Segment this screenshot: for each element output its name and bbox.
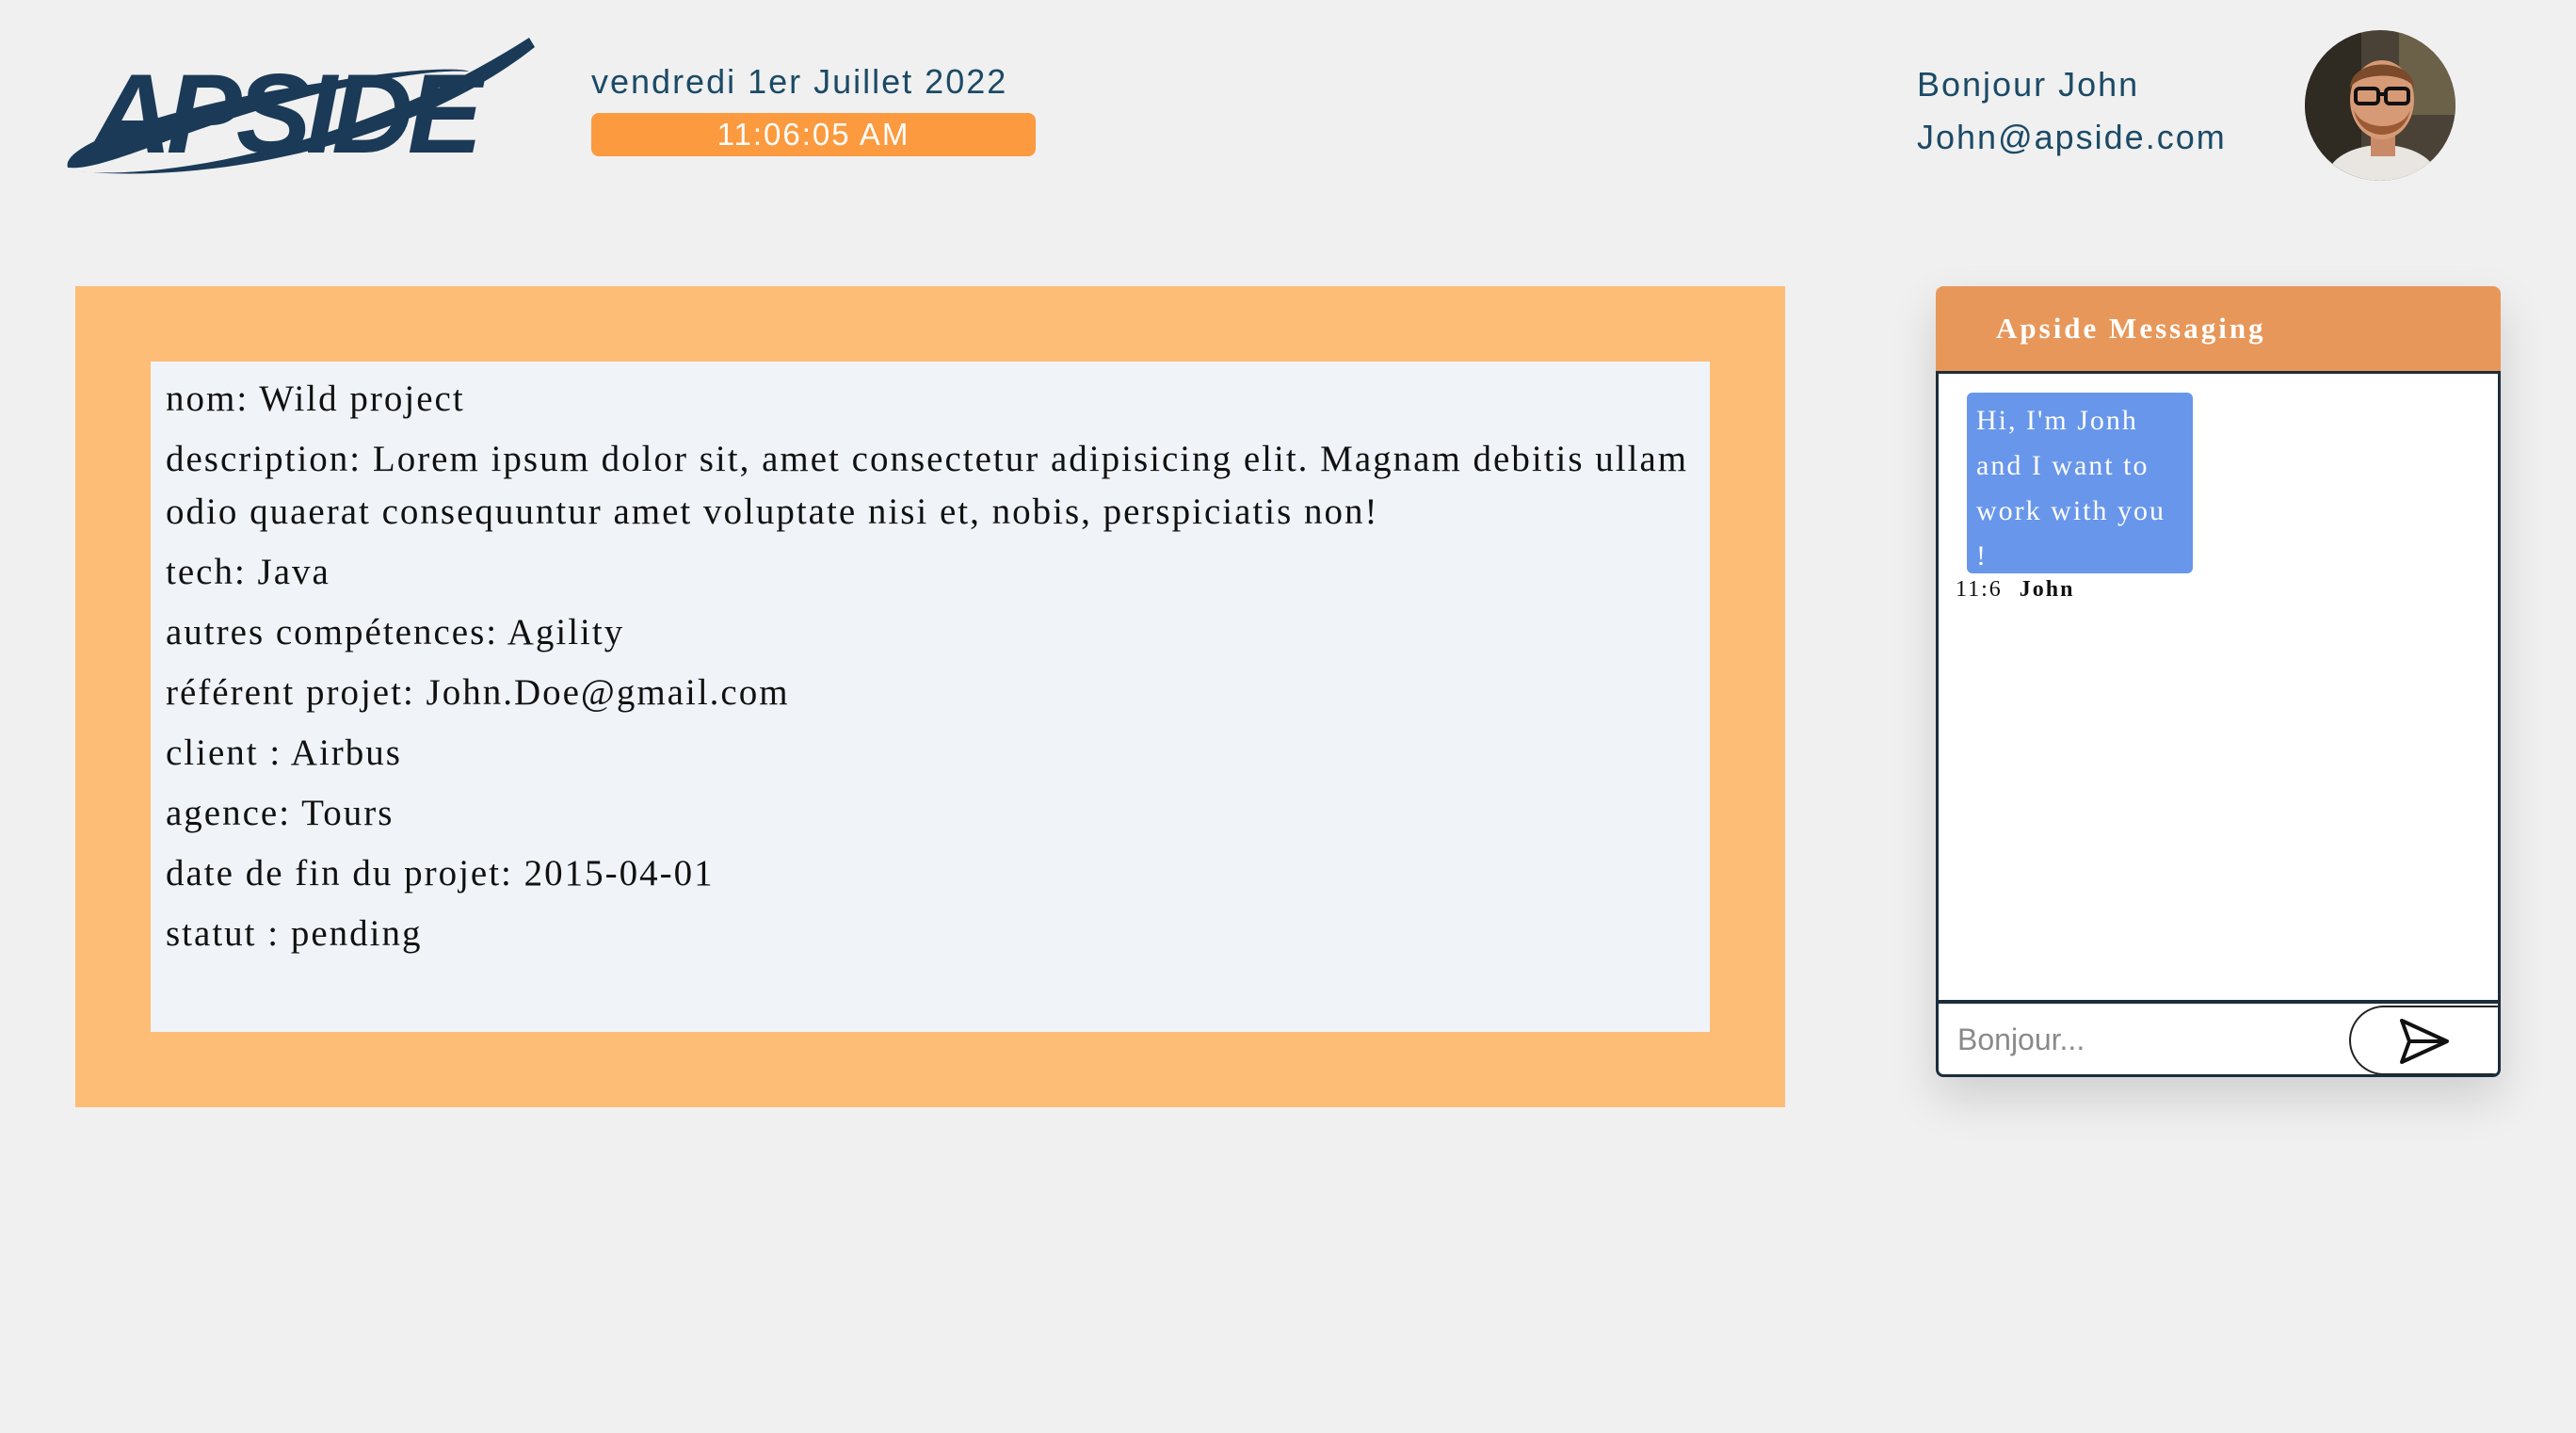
chat-title[interactable]: Apside Messaging [1936, 286, 2501, 371]
message-bubble: Hi, I'm Jonh and I want to work with you… [1967, 393, 2193, 573]
message-time: 11:6 [1956, 577, 2003, 602]
project-description: description: Lorem ipsum dolor sit, amet… [166, 439, 1689, 532]
project-end-date: date de fin du projet: 2015-04-01 [166, 853, 715, 894]
project-name: nom: Wild project [166, 378, 465, 419]
project-agency: agence: Tours [166, 793, 394, 833]
chat-compose [1936, 1000, 2501, 1077]
date-time-block: vendredi 1er Juillet 2022 11:06:05 AM [591, 62, 1036, 156]
message-meta: 11:6 John [1956, 577, 2074, 603]
avatar[interactable] [2305, 30, 2455, 181]
message-input[interactable] [1939, 1004, 2345, 1074]
project-status: statut : pending [166, 913, 423, 954]
current-date: vendredi 1er Juillet 2022 [591, 62, 1008, 101]
project-details: nom: Wild project description: Lorem ips… [151, 362, 1710, 1032]
project-card: nom: Wild project description: Lorem ips… [75, 286, 1785, 1107]
apside-logo[interactable]: APSIDE [58, 28, 535, 185]
page: APSIDE vendredi 1er Juillet 2022 11:06:0… [0, 0, 2576, 1433]
user-email: John@apside.com [1917, 118, 2227, 156]
project-other-skills: autres compétences: Agility [166, 612, 625, 652]
project-client: client : Airbus [166, 733, 402, 773]
send-icon [2400, 1019, 2449, 1064]
message-author: John [2019, 577, 2075, 602]
current-time: 11:06:05 AM [591, 113, 1036, 156]
project-tech: tech: Java [166, 552, 330, 592]
user-greeting: Bonjour John [1917, 65, 2140, 104]
user-info: Bonjour John John@apside.com [1917, 58, 2256, 164]
chat-messages[interactable]: Hi, I'm Jonh and I want to work with you… [1936, 371, 2501, 1002]
messaging-widget: Apside Messaging Hi, I'm Jonh and I want… [1936, 286, 2501, 1077]
send-button[interactable] [2349, 1006, 2498, 1074]
project-referent: référent projet: John.Doe@gmail.com [166, 672, 790, 713]
svg-text:APSIDE: APSIDE [88, 51, 487, 177]
